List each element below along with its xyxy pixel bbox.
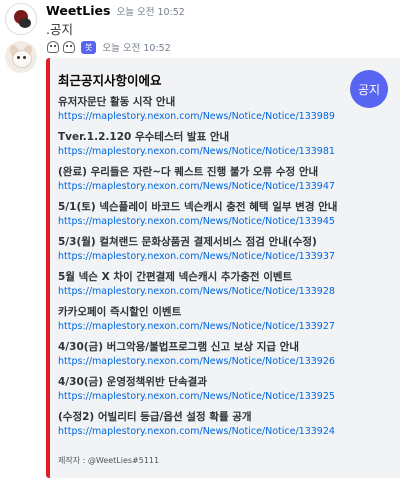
notice-item: 카카오페이 즉시할인 이벤트 https://maplestory.nexon.… [58, 304, 358, 339]
notice-embed: 최근공지사항이에요 공지 유저자문단 활동 시작 안내 https://mapl… [46, 58, 400, 478]
notice-item: Tver.1.2.120 우수테스터 발표 안내 https://maplest… [58, 129, 358, 164]
notice-link[interactable]: https://maplestory.nexon.com/News/Notice… [58, 250, 358, 264]
bot-message-header: 봇 오늘 오전 10:52 [46, 39, 171, 55]
message-content: .공지 [46, 22, 73, 37]
embed-title: 최근공지사항이에요 [58, 73, 162, 88]
notice-item: (수정2) 어빌리티 등급/옵션 설정 확률 공개 https://maples… [58, 409, 358, 444]
notice-item: 4/30(금) 운영정책위반 단속결과 https://maplestory.n… [58, 374, 358, 409]
notice-title: (수정2) 어빌리티 등급/옵션 설정 확률 공개 [58, 411, 252, 423]
notice-link[interactable]: https://maplestory.nexon.com/News/Notice… [58, 110, 358, 124]
message-timestamp: 오늘 오전 10:52 [116, 7, 185, 18]
username[interactable]: WeetLies [46, 3, 110, 18]
message-timestamp: 오늘 오전 10:52 [102, 43, 171, 54]
notice-item: 5월 넥슨 X 차이 간편결제 넥슨캐시 추가충전 이벤트 https://ma… [58, 269, 358, 304]
notice-link[interactable]: https://maplestory.nexon.com/News/Notice… [58, 285, 358, 299]
notice-link[interactable]: https://maplestory.nexon.com/News/Notice… [58, 215, 358, 229]
notice-link[interactable]: https://maplestory.nexon.com/News/Notice… [58, 425, 358, 439]
embed-accent-bar [46, 58, 50, 478]
notice-title: 카카오페이 즉시할인 이벤트 [58, 306, 182, 318]
notice-link[interactable]: https://maplestory.nexon.com/News/Notice… [58, 180, 358, 194]
notice-title: (완료) 우리들은 자란~다 퀘스트 진행 불가 오류 수정 안내 [58, 166, 319, 178]
notice-item: (완료) 우리들은 자란~다 퀘스트 진행 불가 오류 수정 안내 https:… [58, 164, 358, 199]
notice-link[interactable]: https://maplestory.nexon.com/News/Notice… [58, 355, 358, 369]
message-header: WeetLies 오늘 오전 10:52 [46, 3, 185, 18]
notice-title: 5/1(토) 넥슨플레이 바코드 넥슨캐시 충전 혜택 일부 변경 안내 [58, 201, 338, 213]
notice-list: 유저자문단 활동 시작 안내 https://maplestory.nexon.… [58, 94, 358, 444]
notice-item: 유저자문단 활동 시작 안내 https://maplestory.nexon.… [58, 94, 358, 129]
notice-item: 5/1(토) 넥슨플레이 바코드 넥슨캐시 충전 혜택 일부 변경 안내 htt… [58, 199, 358, 234]
notice-title: 유저자문단 활동 시작 안내 [58, 96, 176, 108]
bot-tag: 봇 [81, 40, 97, 54]
notice-title: 5/3(월) 컬쳐랜드 문화상품권 결제서비스 점검 안내(수정) [58, 236, 317, 248]
notice-title: 4/30(금) 버그악용/불법프로그램 신고 보상 지급 안내 [58, 341, 300, 353]
ghost-icon [62, 40, 76, 54]
notice-title: 5월 넥슨 X 차이 간편결제 넥슨캐시 추가충전 이벤트 [58, 271, 293, 283]
notice-link[interactable]: https://maplestory.nexon.com/News/Notice… [58, 320, 358, 334]
notice-link[interactable]: https://maplestory.nexon.com/News/Notice… [58, 145, 358, 159]
ghost-icon [46, 40, 60, 54]
notice-item: 5/3(월) 컬쳐랜드 문화상품권 결제서비스 점검 안내(수정) https:… [58, 234, 358, 269]
notice-item: 4/30(금) 버그악용/불법프로그램 신고 보상 지급 안내 https://… [58, 339, 358, 374]
embed-footer: 제작자 : @WeetLies#5111 [58, 456, 160, 465]
notice-title: 4/30(금) 운영정책위반 단속결과 [58, 376, 207, 388]
notice-link[interactable]: https://maplestory.nexon.com/News/Notice… [58, 390, 358, 404]
notice-title: Tver.1.2.120 우수테스터 발표 안내 [58, 131, 230, 143]
user-avatar[interactable] [5, 3, 37, 35]
bot-avatar[interactable] [5, 41, 37, 73]
